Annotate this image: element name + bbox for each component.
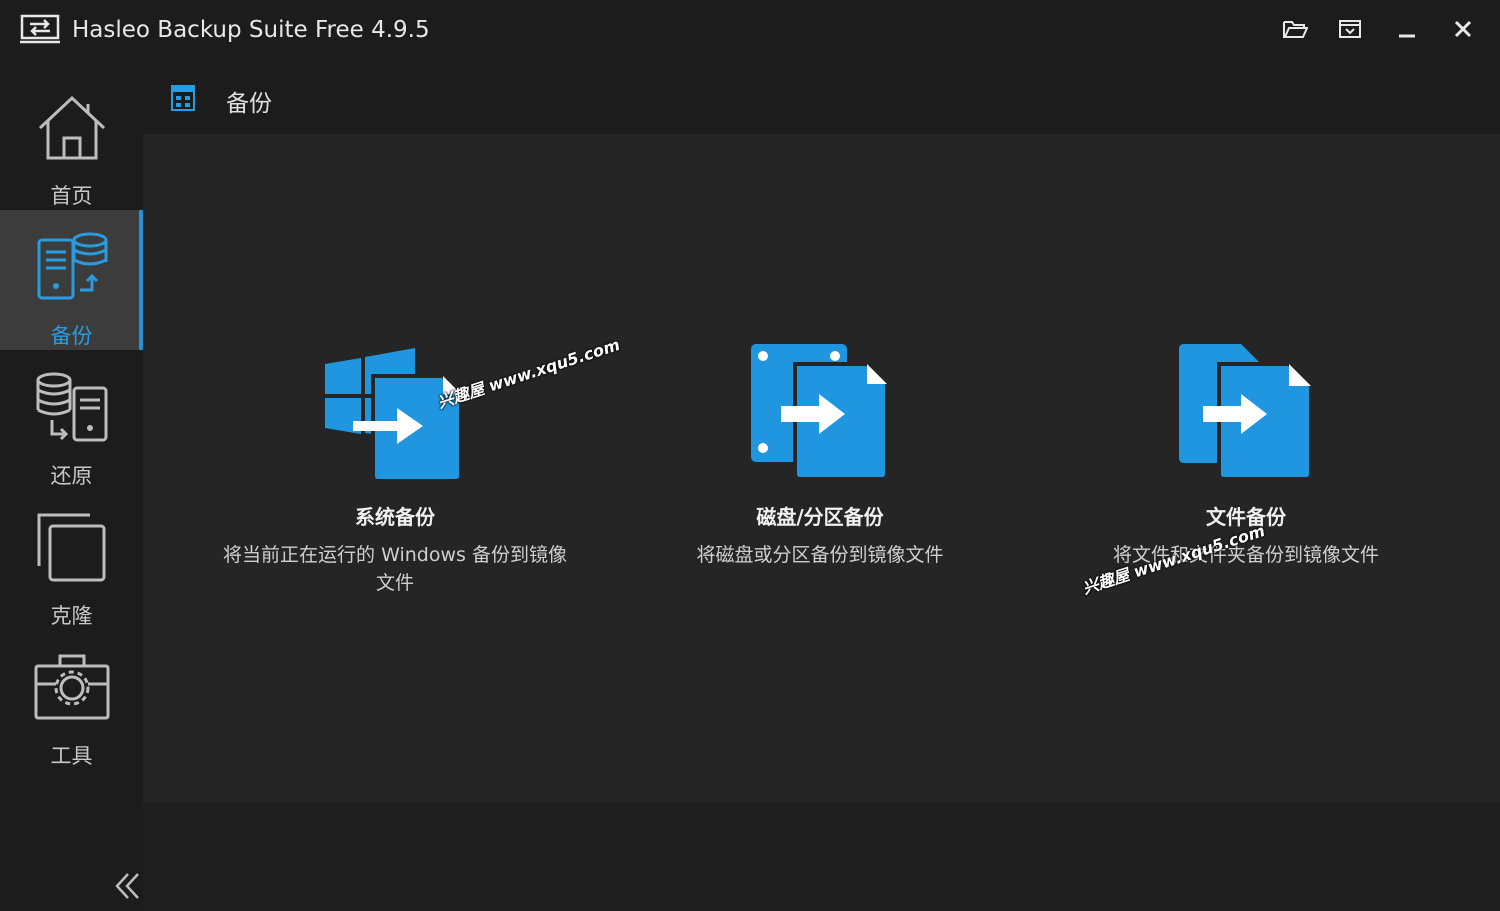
tools-icon <box>34 654 110 728</box>
menu-button[interactable] <box>1333 14 1367 48</box>
sidebar-item-restore[interactable]: 还原 <box>0 350 143 490</box>
menu-window-icon <box>1339 19 1361 43</box>
disk-backup-icon <box>605 344 1035 488</box>
footer-area <box>143 802 1500 911</box>
minimize-icon <box>1397 19 1417 43</box>
card-description: 将磁盘或分区备份到镜像文件 <box>696 544 944 566</box>
sidebar-item-backup[interactable]: 备份 <box>0 210 143 350</box>
card-description: 将文件和文件夹备份到镜像文件 <box>1112 544 1379 566</box>
card-description: 将当前正在运行的 Windows 备份到镜像文件 <box>223 544 567 594</box>
file-backup-icon <box>1031 344 1461 488</box>
file-backup-card[interactable]: 文件备份 将文件和文件夹备份到镜像文件 <box>1031 344 1461 624</box>
sidebar-item-label: 还原 <box>50 464 93 488</box>
sidebar-item-home[interactable]: 首页 <box>0 70 143 210</box>
card-title: 系统备份 <box>355 505 435 529</box>
sidebar-item-tools[interactable]: 工具 <box>0 630 143 770</box>
grid-icon <box>171 85 195 115</box>
system-backup-card[interactable]: 系统备份 将当前正在运行的 Windows 备份到镜像文件 <box>180 344 610 624</box>
home-icon <box>36 95 108 168</box>
page-title: 备份 <box>226 91 272 117</box>
card-title: 文件备份 <box>1206 505 1286 529</box>
main-content: 系统备份 将当前正在运行的 Windows 备份到镜像文件 磁盘/分区备份 将磁… <box>143 134 1500 802</box>
sidebar-item-clone[interactable]: 克隆 <box>0 490 143 630</box>
backup-icon <box>36 232 108 308</box>
title-bar: Hasleo Backup Suite Free 4.9.5 <box>0 0 1500 62</box>
clone-icon <box>36 513 108 588</box>
window-title: Hasleo Backup Suite Free 4.9.5 <box>72 17 430 43</box>
page-header: 备份 <box>143 62 1500 134</box>
system-backup-icon <box>180 348 610 488</box>
sidebar-item-label: 克隆 <box>50 604 93 628</box>
close-button[interactable] <box>1446 14 1480 48</box>
sidebar-item-label: 备份 <box>50 324 93 348</box>
folder-open-icon <box>1282 18 1309 44</box>
restore-icon <box>36 372 108 448</box>
disk-partition-backup-card[interactable]: 磁盘/分区备份 将磁盘或分区备份到镜像文件 <box>605 344 1035 624</box>
close-icon <box>1453 19 1473 43</box>
minimize-button[interactable] <box>1390 14 1424 48</box>
collapse-sidebar-button[interactable] <box>112 871 142 901</box>
sidebar-item-label: 工具 <box>50 744 93 768</box>
sidebar-item-label: 首页 <box>50 184 93 208</box>
card-title: 磁盘/分区备份 <box>756 505 884 529</box>
app-logo-icon <box>20 14 60 48</box>
double-chevron-left-icon <box>112 873 142 905</box>
open-folder-button[interactable] <box>1278 14 1312 48</box>
sidebar: 首页 备份 还原 克隆 工具 <box>0 62 143 911</box>
